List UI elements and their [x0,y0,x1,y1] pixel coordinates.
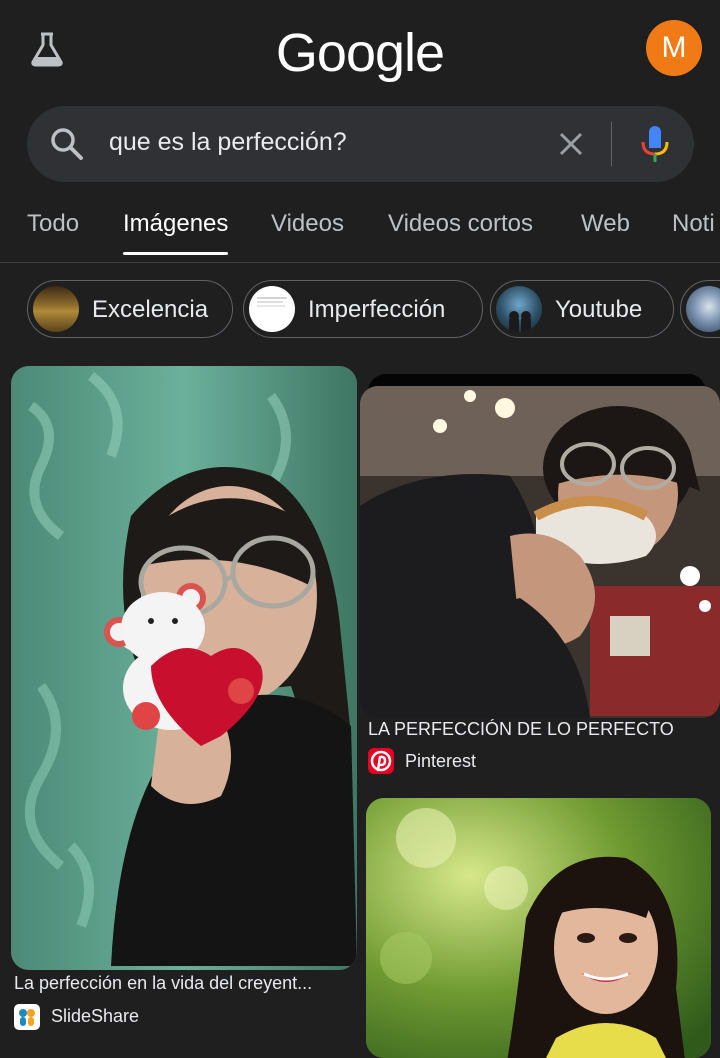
result-source-1[interactable]: SlideShare [51,1006,139,1027]
tab-videos-cortos[interactable]: Videos cortos [388,210,533,238]
tab-web[interactable]: Web [581,210,630,238]
search-bar[interactable]: que es la perfección? [27,106,694,182]
result-title-1[interactable]: La perfección en la vida del creyent... [14,973,350,994]
search-icon [51,128,83,160]
result-image-1[interactable] [11,366,357,970]
microphone-icon[interactable] [637,124,673,164]
chip-label: Youtube [555,296,643,323]
pinterest-icon [368,748,394,774]
chip-thumbnail [686,286,720,332]
google-logo[interactable]: Google [0,22,720,84]
tab-todo[interactable]: Todo [27,210,79,238]
chip-thumbnail [496,286,542,332]
chip-excelencia[interactable]: Excelencia [27,280,233,338]
result-image-2[interactable] [360,386,720,718]
chip-imperfeccion[interactable]: Imperfección [243,280,483,338]
chip-label: Imperfección [308,296,446,323]
chip-label: Excelencia [92,296,209,323]
result-photo [360,386,720,718]
search-divider [611,122,612,166]
chip-thumbnail [249,286,295,332]
tab-videos[interactable]: Videos [271,210,344,238]
result-source-2[interactable]: Pinterest [405,751,476,772]
result-title-2[interactable]: LA PERFECCIÓN DE LO PERFECTO [368,719,708,740]
search-tabs: Todo Imágenes Videos Videos cortos Web N… [0,196,720,263]
result-photo [366,798,711,1058]
chip-thumbnail [33,286,79,332]
chip-youtube[interactable]: Youtube [490,280,674,338]
tab-noticias[interactable]: Noti [672,210,715,238]
result-photo [11,366,357,970]
chip-more[interactable] [680,280,720,338]
header: Google M [0,0,720,100]
close-icon[interactable] [555,128,587,160]
tab-imagenes[interactable]: Imágenes [123,210,229,255]
account-avatar[interactable]: M [646,20,702,76]
slideshare-icon [14,1004,40,1030]
result-image-3[interactable] [366,798,711,1058]
search-input[interactable]: que es la perfección? [109,128,347,157]
